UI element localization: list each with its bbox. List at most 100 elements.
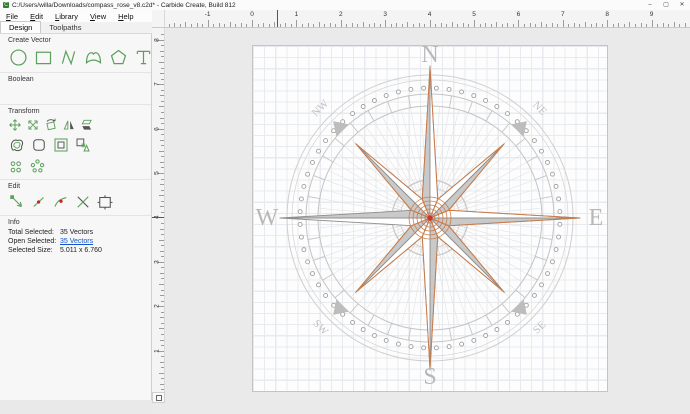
maximize-icon[interactable]: ▢ xyxy=(658,0,674,10)
cardinal-letter-e[interactable]: E xyxy=(589,205,604,231)
resize-tool[interactable] xyxy=(96,193,114,211)
scale-tool[interactable] xyxy=(26,118,40,132)
ruler-tick xyxy=(313,24,314,27)
ruler-tick xyxy=(457,24,458,27)
band-divider xyxy=(486,111,492,121)
ruler-tick xyxy=(563,20,564,27)
ruler-tick xyxy=(474,20,475,27)
ruler-tick xyxy=(385,20,386,27)
info-label: Total Selected: xyxy=(8,229,60,236)
cardinal-letter-w[interactable]: W xyxy=(256,205,279,231)
dot-marker xyxy=(306,172,310,176)
tab-design[interactable]: Design xyxy=(0,21,41,33)
text-tool[interactable] xyxy=(133,47,154,68)
menu-view[interactable]: View xyxy=(84,12,112,21)
ruler-tick xyxy=(485,23,486,27)
band-divider xyxy=(468,323,472,334)
split-tool[interactable] xyxy=(74,193,92,211)
ruler-tick xyxy=(161,301,164,302)
ruler-tick xyxy=(668,24,669,27)
ruler-tick xyxy=(296,20,297,27)
ruler-tick xyxy=(513,24,514,27)
menu-library[interactable]: Library xyxy=(49,12,84,21)
dot-marker xyxy=(372,98,376,102)
dot-marker xyxy=(447,345,451,349)
polyline-tool[interactable] xyxy=(58,47,79,68)
ruler-label: 3 xyxy=(154,260,161,264)
mirror-tool[interactable] xyxy=(62,118,76,132)
compass-rose-drawing[interactable]: NESWNWNESESW xyxy=(165,28,690,414)
edit-section: Edit xyxy=(0,180,151,216)
array-linear-tool[interactable] xyxy=(8,158,25,175)
band-divider xyxy=(516,290,525,298)
cardinal-letter-n[interactable]: N xyxy=(421,42,438,68)
ruler-tick xyxy=(160,229,164,230)
dot-marker xyxy=(460,90,464,94)
rotate-icon xyxy=(47,122,55,130)
band-divider xyxy=(350,304,358,313)
array-circular-tool[interactable] xyxy=(29,158,46,175)
dot-marker xyxy=(302,184,306,188)
open-vectors-link[interactable]: 35 Vectors xyxy=(60,238,93,245)
intercardinal-letter-se[interactable]: SE xyxy=(531,319,549,337)
ruler-tick xyxy=(159,151,164,152)
ruler-tick xyxy=(535,24,536,27)
menu-file[interactable]: File xyxy=(0,12,24,21)
trim-tool[interactable] xyxy=(30,193,48,211)
ruler-tick xyxy=(246,24,247,27)
ruler-tick xyxy=(335,24,336,27)
array-circular-icon xyxy=(36,160,39,163)
dot-marker xyxy=(361,328,365,332)
band-divider xyxy=(535,256,546,260)
dot-marker xyxy=(532,293,536,297)
ruler-cursor-marker xyxy=(277,10,278,27)
node-edit-tool[interactable] xyxy=(8,193,26,211)
cardinal-letter-s[interactable]: S xyxy=(423,364,436,390)
menu-help[interactable]: Help xyxy=(112,12,139,21)
ruler-tick xyxy=(380,24,381,27)
band-divider xyxy=(323,274,333,280)
ruler-tick xyxy=(491,24,492,27)
trace-tool[interactable] xyxy=(8,136,26,154)
dot-marker xyxy=(460,342,464,346)
ruler-tick xyxy=(159,195,164,196)
band-divider xyxy=(350,123,358,132)
ruler-tick xyxy=(635,24,636,27)
drawing-canvas[interactable]: NESWNWNESESW xyxy=(165,28,690,414)
rotate-tool[interactable] xyxy=(44,118,58,132)
curve-tool[interactable] xyxy=(83,47,104,68)
ruler-tick xyxy=(546,24,547,27)
band-divider xyxy=(540,196,552,198)
ruler-tick xyxy=(530,23,531,27)
intercardinal-letter-nw[interactable]: NW xyxy=(310,97,332,119)
minimize-icon[interactable]: – xyxy=(642,0,658,10)
fillet-tool[interactable] xyxy=(30,136,48,154)
close-icon[interactable]: ✕ xyxy=(674,0,690,10)
ruler-tick xyxy=(161,234,164,235)
join-tool[interactable] xyxy=(52,193,70,211)
shear-tool[interactable] xyxy=(80,118,94,132)
rectangle-tool[interactable] xyxy=(33,47,54,68)
ruler-tick xyxy=(369,24,370,27)
ruler-label: 6 xyxy=(517,11,521,18)
ruler-tick xyxy=(161,45,164,46)
ruler-tick xyxy=(596,23,597,27)
polygon-tool[interactable] xyxy=(108,47,129,68)
intercardinal-letter-ne[interactable]: NE xyxy=(530,99,549,118)
align-tool[interactable] xyxy=(74,136,92,154)
tab-toolpaths[interactable]: Toolpaths xyxy=(41,22,89,33)
offset-tool[interactable] xyxy=(52,136,70,154)
ruler-label: 2 xyxy=(339,11,343,18)
ruler-tick xyxy=(161,123,164,124)
ruler-label: 5 xyxy=(154,171,161,175)
intercardinal-letter-sw[interactable]: SW xyxy=(310,318,331,339)
menu-edit[interactable]: Edit xyxy=(24,12,49,21)
sidebar-bottom-strip xyxy=(0,400,152,414)
dot-marker xyxy=(505,112,509,116)
band-arrow xyxy=(333,299,349,315)
ruler-tick xyxy=(161,334,164,335)
circle-tool[interactable] xyxy=(8,47,29,68)
ruler-tick xyxy=(663,23,664,27)
move-tool[interactable] xyxy=(8,118,22,132)
ruler-tick xyxy=(679,24,680,27)
